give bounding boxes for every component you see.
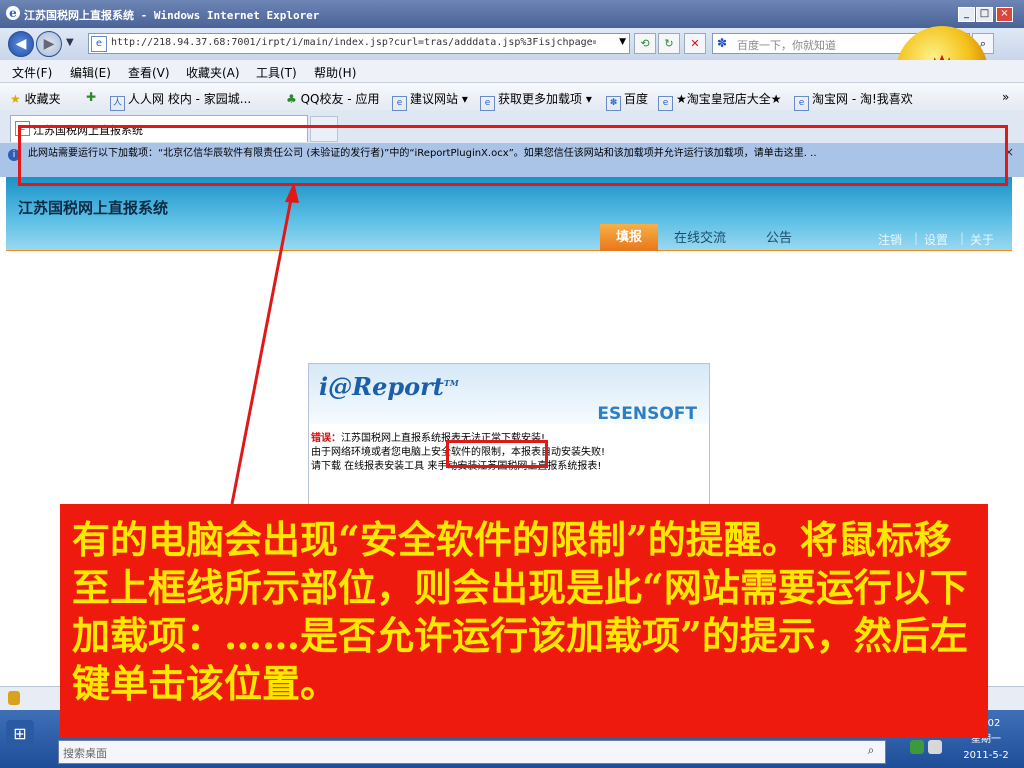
fav-label: 人人网 校内 - 家园城...: [128, 92, 252, 106]
error-label: 错误：: [311, 433, 341, 444]
minimize-button[interactable]: _: [958, 7, 975, 22]
baidu-icon: ✽: [717, 36, 728, 50]
site-header: 江苏国税网上直报系统 填报 在线交流 公告 注销 | 设置 | 关于: [6, 177, 1012, 252]
address-toolbar: ◀ ▶ ▼ e http://218.94.37.68:7001/irpt/i/…: [0, 28, 1024, 60]
window-title: 江苏国税网上直报系统 - Windows Internet Explorer: [24, 9, 320, 22]
menu-favorites[interactable]: 收藏夹(A): [186, 64, 240, 81]
menu-view[interactable]: 查看(V): [128, 64, 170, 81]
ireport-logo: i@ReportTM: [319, 372, 459, 401]
about-link[interactable]: 关于: [970, 231, 994, 248]
fav-item-addons[interactable]: e 获取更多加载项 ▾: [480, 90, 592, 111]
fav-item-baidu[interactable]: ✽ 百度: [606, 90, 648, 111]
fav-label: ★淘宝皇冠店大全★: [676, 92, 782, 106]
compatibility-icon[interactable]: ⟲: [634, 33, 656, 54]
address-dropdown-icon[interactable]: ▼: [619, 37, 626, 47]
address-url: http://218.94.37.68:7001/irpt/i/main/ind…: [111, 37, 596, 48]
fav-item-taobao[interactable]: e 淘宝网 - 淘!我喜欢: [794, 90, 913, 111]
site-title: 江苏国税网上直报系统: [18, 199, 169, 217]
menu-edit[interactable]: 编辑(E): [70, 64, 111, 81]
highlight-security-text-box: [446, 440, 548, 468]
menu-bar: 文件(F) 编辑(E) 查看(V) 收藏夹(A) 工具(T) 帮助(H): [0, 60, 1024, 83]
search-icon[interactable]: ⌕: [861, 743, 881, 759]
close-window-button[interactable]: ×: [996, 7, 1013, 22]
nav-tab-report[interactable]: 填报: [600, 224, 658, 251]
favorites-overflow-button[interactable]: »: [1002, 90, 1009, 104]
page-icon: e: [794, 96, 809, 111]
fav-label: 建议网站 ▾: [410, 92, 468, 106]
menu-help[interactable]: 帮助(H): [314, 64, 356, 81]
fav-item-renren[interactable]: 人人人网 校内 - 家园城...: [110, 90, 251, 111]
maximize-button[interactable]: □: [976, 7, 993, 22]
forward-arrow-icon[interactable]: ▶: [36, 31, 62, 57]
ie-icon: e: [6, 6, 20, 20]
nav-tab-announcement[interactable]: 公告: [766, 227, 792, 246]
desktop-search-input[interactable]: 搜索桌面 ⌕: [58, 740, 886, 764]
baidu-icon: ✽: [606, 96, 621, 111]
error-line-2a: 由于网络环境或者您电脑上: [311, 447, 431, 458]
search-placeholder: 百度一下，你就知道: [737, 39, 836, 52]
refresh-icon[interactable]: ↻: [658, 33, 680, 54]
clock-date: 2011-5-2: [963, 750, 1009, 761]
windows-start-icon[interactable]: ⊞: [6, 720, 34, 748]
fav-item-taobao-crown[interactable]: e ★淘宝皇冠店大全★: [658, 90, 782, 111]
star-icon: ★: [10, 92, 21, 106]
callout-text: 有的电脑会出现“安全软件的限制”的提醒。将鼠标移至上框线所示部位，则会出现是此“…: [72, 517, 968, 706]
fav-item-suggested[interactable]: e 建议网站 ▾: [392, 90, 468, 111]
page-icon: e: [91, 36, 107, 52]
renren-icon: 人: [110, 96, 125, 111]
stop-icon[interactable]: ✕: [684, 33, 706, 54]
tray-volume-icon[interactable]: [928, 740, 942, 754]
fav-label: QQ校友 - 应用: [300, 92, 380, 106]
page-icon: e: [480, 96, 495, 111]
menu-file[interactable]: 文件(F): [12, 64, 52, 81]
add-favorite-icon[interactable]: ✚: [86, 90, 96, 104]
nav-tab-online-chat[interactable]: 在线交流: [674, 227, 726, 246]
fav-label: 淘宝网 - 淘!我喜欢: [812, 92, 913, 106]
window-title-bar: e 江苏国税网上直报系统 - Windows Internet Explorer…: [0, 0, 1024, 28]
tray-network-icon[interactable]: [910, 740, 924, 754]
clover-icon: ♣: [286, 92, 297, 106]
esensoft-brand: ESENSOFT: [597, 404, 697, 424]
fav-item-qq[interactable]: ♣ QQ校友 - 应用: [286, 90, 379, 107]
favorites-bar: ★ 收藏夹 ✚ 人人人网 校内 - 家园城... ♣ QQ校友 - 应用 e 建议…: [0, 83, 1024, 112]
favorites-button[interactable]: ★ 收藏夹: [10, 90, 61, 107]
fav-label: 百度: [624, 92, 649, 106]
ireport-panel: i@ReportTM ESENSOFT 错误：江苏国税网上直报系统报表无法正常下…: [308, 363, 710, 515]
address-input[interactable]: e http://218.94.37.68:7001/irpt/i/main/i…: [88, 33, 630, 54]
favorites-label: 收藏夹: [24, 92, 61, 106]
back-arrow-icon[interactable]: ◀: [8, 31, 34, 57]
menu-tools[interactable]: 工具(T): [256, 64, 297, 81]
instruction-callout: 有的电脑会出现“安全软件的限制”的提醒。将鼠标移至上框线所示部位，则会出现是此“…: [60, 504, 988, 738]
fav-label: 获取更多加载项 ▾: [498, 92, 592, 106]
desktop-search-placeholder: 搜索桌面: [63, 747, 107, 760]
page-icon: e: [392, 96, 407, 111]
history-dropdown-icon[interactable]: ▼: [66, 37, 74, 48]
logout-link[interactable]: 注销: [878, 231, 902, 248]
link-separator: |: [960, 231, 965, 245]
highlight-infobar-box: [18, 125, 1008, 186]
settings-link[interactable]: 设置: [924, 231, 948, 248]
shield-icon: [8, 691, 20, 705]
link-separator: |: [914, 231, 919, 245]
page-icon: e: [658, 96, 673, 111]
